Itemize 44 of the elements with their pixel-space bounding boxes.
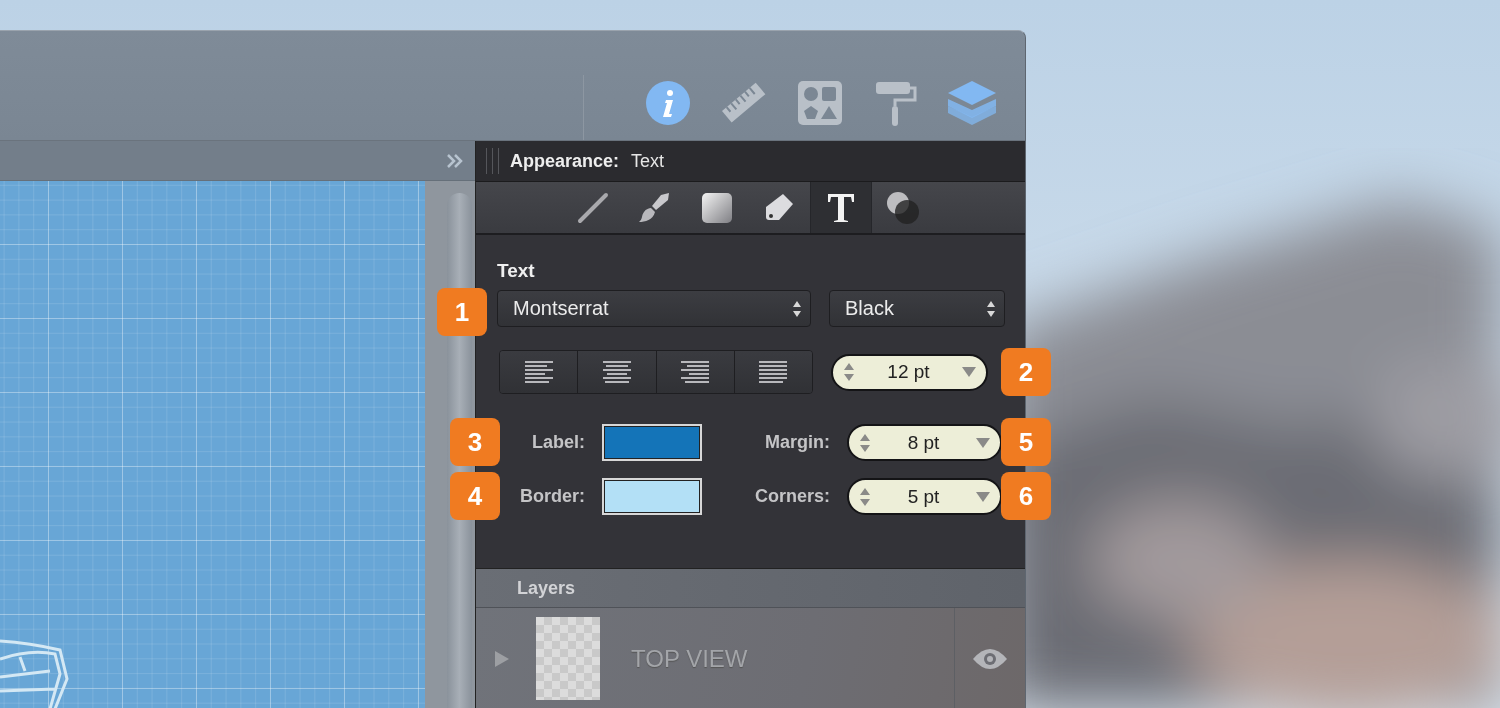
caret-icon <box>962 367 976 377</box>
line-icon <box>577 191 609 224</box>
color-swatch[interactable] <box>602 424 702 461</box>
shapes-icon <box>798 81 842 125</box>
stepper-arrows-icon <box>843 361 855 383</box>
number-field[interactable]: 5 pt <box>847 478 1002 515</box>
overlapping-circles-icon <box>885 189 921 226</box>
align-right-icon <box>680 360 711 384</box>
callout-number: 2 <box>1001 348 1051 396</box>
field-label: Margin: <box>764 432 830 453</box>
font-family-select[interactable]: Montserrat <box>497 290 811 327</box>
align-left-button[interactable] <box>500 351 578 393</box>
field-label: Corners: <box>754 486 830 507</box>
callout-number: 6 <box>1001 472 1051 520</box>
align-justify-icon <box>758 360 789 384</box>
gradient-square-icon <box>701 191 733 224</box>
inspector-title: Appearance: <box>510 150 620 172</box>
font-style-select[interactable]: Black <box>829 290 1005 327</box>
swatch-label: Border: <box>519 486 585 507</box>
align-right-button[interactable] <box>655 351 734 393</box>
callout-number: 3 <box>450 418 500 466</box>
layers-title: Layers <box>517 577 576 599</box>
section-title: Text <box>497 260 536 282</box>
align-center-icon <box>601 360 632 384</box>
callout-number: 4 <box>450 472 500 520</box>
paint-roller-icon <box>874 80 918 126</box>
number-field[interactable]: 8 pt <box>847 424 1002 461</box>
eye-icon[interactable] <box>972 646 1008 671</box>
caret-icon <box>976 491 990 502</box>
layers-icon <box>948 81 996 125</box>
font-size-field[interactable]: 12 pt <box>831 353 988 391</box>
inspector-subject: Text <box>631 150 665 172</box>
serif-t-icon <box>826 191 856 224</box>
align-left-icon <box>523 360 554 384</box>
align-justify-button[interactable] <box>733 351 812 393</box>
text-tab[interactable] <box>810 182 872 233</box>
callout-number: 1 <box>437 288 487 336</box>
color-swatch[interactable] <box>602 478 702 515</box>
info-icon <box>646 81 690 125</box>
align-center-button[interactable] <box>577 351 656 393</box>
swatch-label: Label: <box>531 432 585 453</box>
callout-number: 5 <box>1001 418 1051 466</box>
caret-icon <box>976 437 990 448</box>
info-toolbar-button[interactable] <box>643 78 693 128</box>
